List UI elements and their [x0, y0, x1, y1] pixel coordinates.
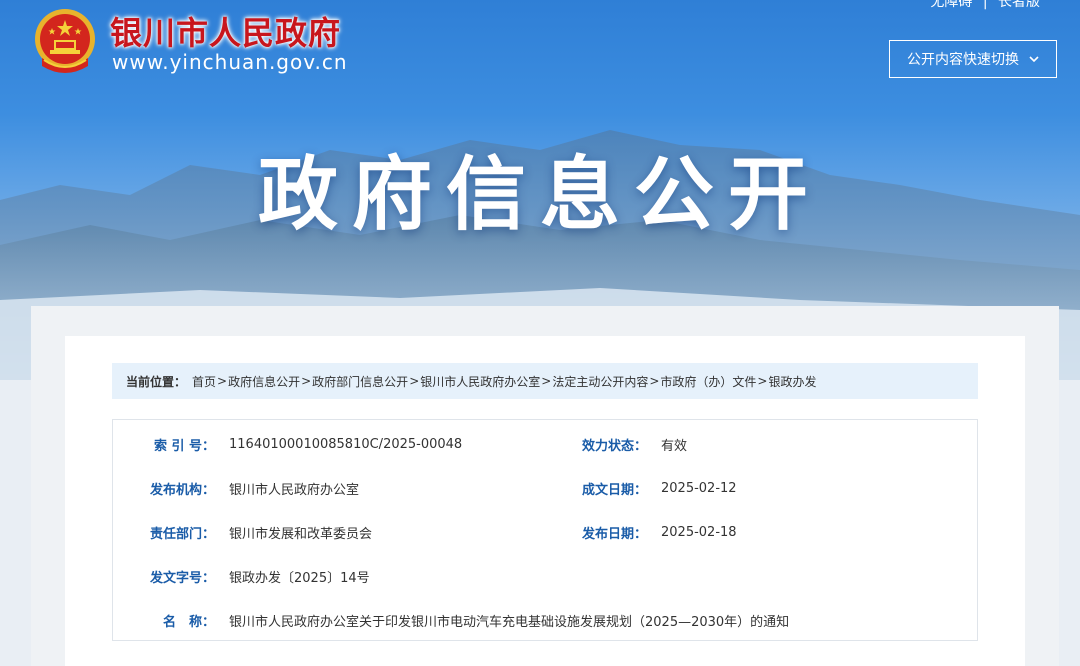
emblem-icon	[35, 9, 95, 73]
breadcrumb-item-home[interactable]: 首页	[192, 373, 216, 390]
breadcrumb-label: 当前位置：	[126, 374, 187, 389]
breadcrumb-separator: >	[649, 374, 660, 388]
date-published-label: 发布日期：	[581, 526, 647, 542]
index-no-value: 11640100010085810C/2025-00048	[229, 436, 463, 452]
breadcrumb-separator: >	[409, 374, 420, 388]
publisher-value: 银川市人民政府办公室	[229, 482, 360, 498]
divider: |	[982, 0, 988, 10]
quick-switch-button[interactable]: 公开内容快速切换	[889, 40, 1057, 78]
hero-title: 政府信息公开	[258, 148, 822, 241]
index-no-label: 索 引 号：	[153, 438, 215, 454]
status-label: 效力状态：	[581, 438, 647, 454]
accessibility-link[interactable]: 无障碍	[930, 0, 972, 10]
department-label: 责任部门：	[149, 526, 215, 542]
date-published-value: 2025-02-18	[661, 524, 737, 540]
site-url: www.yinchuan.gov.cn	[112, 50, 348, 74]
publisher-label: 发布机构：	[149, 482, 215, 498]
breadcrumb-item-office[interactable]: 银川市人民政府办公室	[420, 373, 540, 390]
breadcrumb-separator: >	[757, 374, 768, 388]
title-label: 名 称：	[162, 614, 215, 630]
site-name: 银川市人民政府	[110, 14, 342, 52]
department-value: 银川市发展和改革委员会	[229, 526, 373, 542]
breadcrumb: 当前位置： 首页 > 政府信息公开 > 政府部门信息公开 > 银川市人民政府办公…	[112, 363, 978, 399]
breadcrumb-separator: >	[301, 374, 312, 388]
date-written-label: 成文日期：	[581, 482, 647, 498]
breadcrumb-item-dept-info[interactable]: 政府部门信息公开	[312, 373, 408, 390]
chevron-down-icon	[1029, 52, 1039, 66]
breadcrumb-item-documents[interactable]: 市政府（办）文件	[660, 373, 756, 390]
breadcrumb-item-gov-info[interactable]: 政府信息公开	[228, 373, 300, 390]
breadcrumb-separator: >	[217, 374, 228, 388]
elder-mode-link[interactable]: 长者版	[998, 0, 1040, 10]
status-value: 有效	[661, 438, 688, 454]
quick-switch-label: 公开内容快速切换	[907, 52, 1019, 68]
doc-no-value: 银政办发〔2025〕14号	[229, 570, 370, 586]
date-written-value: 2025-02-12	[661, 480, 737, 496]
doc-no-label: 发文字号：	[149, 570, 215, 586]
breadcrumb-item-statutory[interactable]: 法定主动公开内容	[552, 373, 648, 390]
breadcrumb-separator: >	[541, 374, 552, 388]
national-emblem-logo[interactable]	[30, 6, 100, 76]
document-info-table: 索 引 号： 11640100010085810C/2025-00048 效力状…	[112, 419, 978, 641]
top-links: 无障碍 | 长者版	[930, 0, 1040, 11]
title-value: 银川市人民政府办公室关于印发银川市电动汽车充电基础设施发展规划（2025—203…	[229, 614, 790, 630]
breadcrumb-item-yzbf[interactable]: 银政办发	[768, 373, 816, 390]
